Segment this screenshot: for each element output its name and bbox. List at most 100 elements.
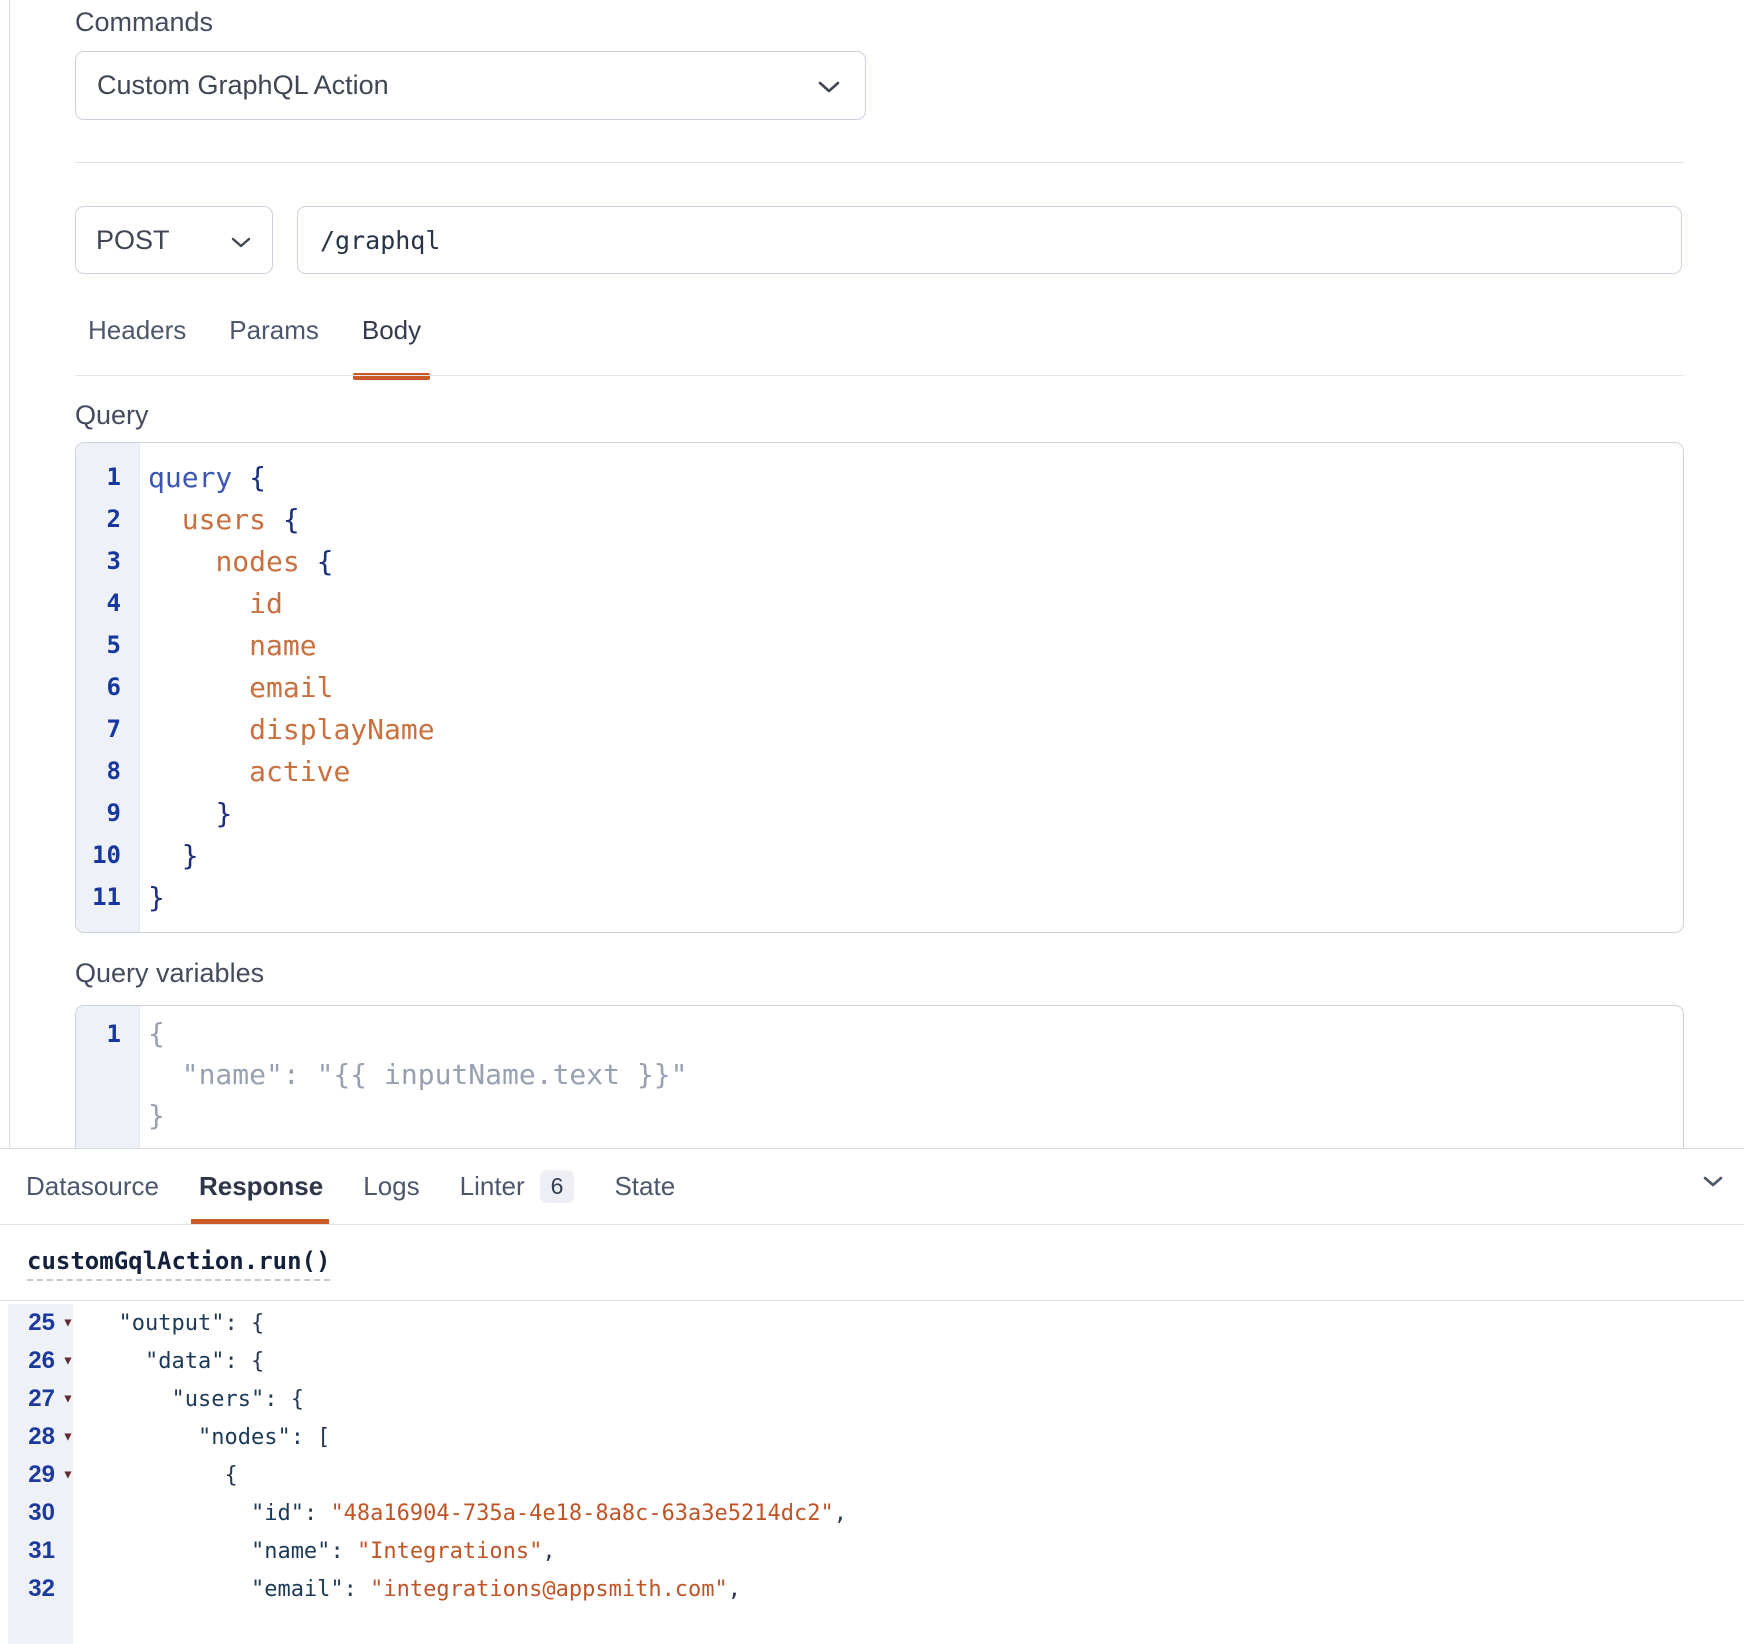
code-text: "name": "{{ inputName.text }}" (139, 1058, 687, 1091)
code-token: { (283, 503, 300, 536)
code-token: displayName (249, 713, 434, 746)
code-token: , (542, 1539, 555, 1564)
code-token (148, 587, 249, 620)
line-number: 10 (76, 841, 139, 869)
code-text: } (139, 839, 199, 872)
console-tab-logs[interactable]: Logs (363, 1149, 419, 1224)
code-token (92, 1387, 171, 1412)
request-tabs: Headers Params Body (75, 308, 421, 380)
response-line: 28 ▼ "nodes": [ (0, 1418, 1744, 1456)
code-token: { (148, 1017, 165, 1050)
line-number: 7 (76, 715, 139, 743)
code-text: active (139, 755, 350, 788)
code-token (148, 503, 182, 536)
response-code-text: "users": { (81, 1387, 304, 1412)
code-token: "email" (251, 1577, 344, 1602)
code-token: "integrations@appsmith.com" (370, 1577, 728, 1602)
code-token (148, 797, 215, 830)
code-token: : [ (291, 1425, 331, 1450)
code-line: "name": "{{ inputName.text }}" (76, 1054, 1683, 1095)
code-text: displayName (139, 713, 435, 746)
code-text: id (139, 587, 283, 620)
code-token (92, 1311, 119, 1336)
code-line: 1{ (76, 1013, 1683, 1054)
response-line-gutter: 25▼ (8, 1309, 81, 1337)
response-line-gutter: 29 ▼ (8, 1461, 81, 1489)
query-variables-editor[interactable]: 1{ "name": "{{ inputName.text }}"} (75, 1005, 1684, 1148)
response-line: 30 "id": "48a16904-735a-4e18-8a8c-63a3e5… (0, 1494, 1744, 1532)
commands-select-value: Custom GraphQL Action (97, 70, 389, 101)
code-line: 3 nodes { (76, 540, 1683, 582)
line-number: 6 (76, 673, 139, 701)
code-token: name (249, 629, 316, 662)
collapse-panel-chevron-icon[interactable] (1702, 1175, 1724, 1193)
response-viewer[interactable]: 25▼ "output": { 26▼ "data": { 27▼ "users":… (0, 1302, 1744, 1644)
response-line-gutter: 27▼ (8, 1385, 81, 1413)
fold-caret-icon[interactable]: ▼ (59, 1392, 78, 1406)
console-tab-linter[interactable]: Linter6 (460, 1149, 575, 1224)
code-line: 10 } (76, 834, 1683, 876)
response-code-text: "output": { (81, 1311, 264, 1336)
query-variables-label: Query variables (75, 958, 264, 989)
code-token: nodes (215, 545, 316, 578)
action-call-row: customGqlAction.run() (0, 1225, 1744, 1301)
line-number: 8 (76, 757, 139, 785)
fold-caret-icon[interactable]: ▼ (59, 1354, 78, 1368)
action-call-label: customGqlAction.run() (27, 1247, 330, 1281)
console-tab-response[interactable]: Response (199, 1149, 323, 1224)
tab-params[interactable]: Params (229, 308, 319, 380)
code-token: : (344, 1577, 371, 1602)
console-tab-state[interactable]: State (614, 1149, 675, 1224)
line-number: 4 (76, 589, 139, 617)
code-token: : (330, 1539, 357, 1564)
console-panel: Datasource Response Logs Linter6 State custo… (0, 1148, 1744, 1644)
code-token (148, 629, 249, 662)
code-token: query (148, 461, 249, 494)
code-text: } (139, 881, 165, 914)
code-text: { (139, 1017, 165, 1050)
fold-caret-icon[interactable]: ▼ (59, 1430, 78, 1444)
code-token: "nodes" (198, 1425, 291, 1450)
code-token: "48a16904-735a-4e18-8a8c-63a3e5214dc2" (330, 1501, 833, 1526)
commands-select[interactable]: Custom GraphQL Action (75, 51, 866, 120)
code-token (92, 1539, 251, 1564)
code-line: 2 users { (76, 498, 1683, 540)
response-line: 26▼ "data": { (0, 1342, 1744, 1380)
code-line: 7 displayName (76, 708, 1683, 750)
fold-caret-icon[interactable]: ▼ (59, 1316, 78, 1330)
code-token: "data" (145, 1349, 224, 1374)
url-input[interactable]: /graphql (297, 206, 1682, 274)
line-number: 28 (8, 1423, 55, 1451)
code-token: "Integrations" (357, 1539, 542, 1564)
line-number: 1 (76, 1020, 139, 1048)
fold-caret-icon[interactable]: ▼ (59, 1468, 78, 1482)
code-line: } (76, 1095, 1683, 1136)
method-select[interactable]: POST (75, 206, 273, 274)
code-text: users { (139, 503, 300, 536)
response-line: 29▼ { (0, 1456, 1744, 1494)
chevron-down-icon (817, 70, 841, 101)
request-tabs-divider (75, 375, 1684, 376)
line-number: 9 (76, 799, 139, 827)
line-number: 1 (76, 463, 139, 491)
query-editor[interactable]: 1query {2 users {3 nodes {4 id5 name6 em… (75, 442, 1684, 933)
response-code-text: "id": "48a16904-735a-4e18-8a8c-63a3e5214… (81, 1501, 847, 1526)
code-token: } (215, 797, 232, 830)
line-number: 29 (8, 1461, 55, 1489)
code-token: users (182, 503, 283, 536)
code-token: } (148, 881, 165, 914)
code-token: "name" (251, 1539, 330, 1564)
commands-divider (75, 162, 1684, 163)
code-token (148, 671, 249, 704)
code-token (148, 713, 249, 746)
code-token: "output" (119, 1311, 225, 1336)
code-token: "users" (171, 1387, 264, 1412)
tab-headers[interactable]: Headers (88, 308, 186, 380)
response-line-gutter: 28 ▼ (8, 1423, 81, 1451)
commands-label: Commands (75, 7, 213, 38)
response-line-gutter: 31 (8, 1537, 81, 1565)
tab-body[interactable]: Body (362, 308, 421, 380)
console-tab-datasource[interactable]: Datasource (26, 1149, 159, 1224)
graphql-action-editor: Commands Custom GraphQL Action POST /gra… (0, 0, 1744, 1644)
query-label: Query (75, 400, 149, 431)
